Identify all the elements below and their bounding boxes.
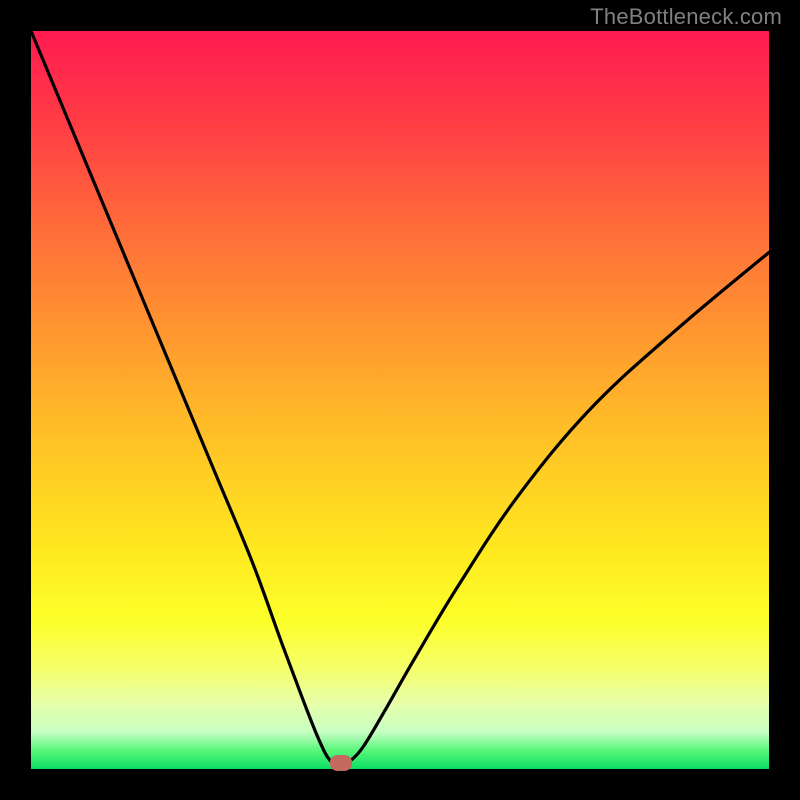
bottleneck-curve [31,31,769,769]
optimal-point-marker [330,755,352,771]
chart-plot-area [31,31,769,769]
watermark-text: TheBottleneck.com [590,4,782,30]
chart-frame: TheBottleneck.com [0,0,800,800]
